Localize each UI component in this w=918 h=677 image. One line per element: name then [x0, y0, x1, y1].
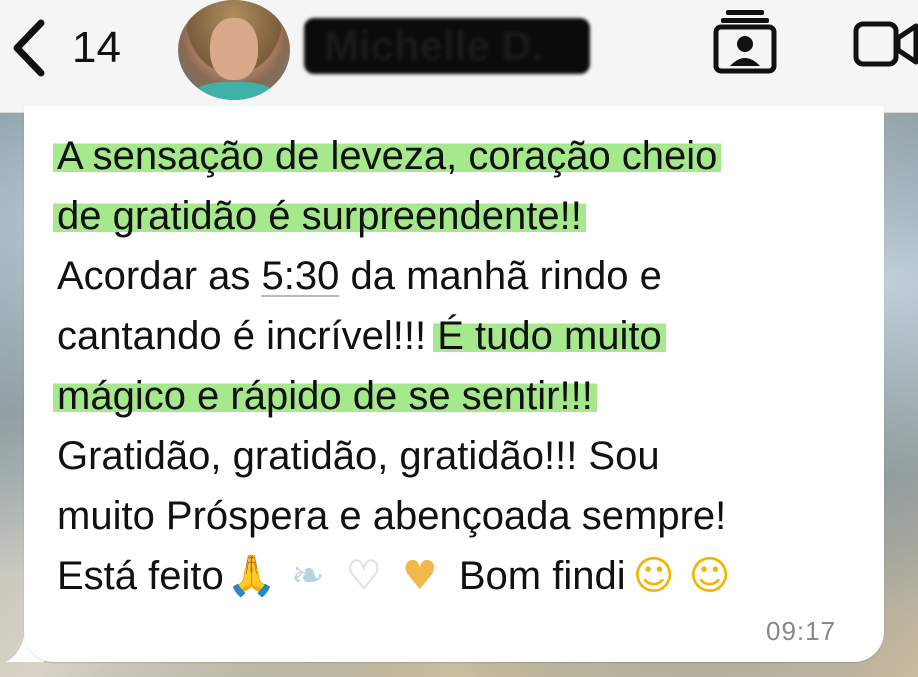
text-segment: da manhã rindo e	[339, 254, 662, 298]
text-segment: Acordar as	[57, 254, 262, 298]
text-segment: Gratidão, gratidão, gratidão!!! Sou	[57, 434, 660, 478]
message-line-2: de gratidão é surpreendente!!	[53, 186, 877, 246]
back-button[interactable]	[4, 18, 54, 78]
message-line-4: cantando é incrível!!! É tudo muito	[57, 306, 877, 366]
text-segment: Está feito	[57, 554, 224, 598]
message-timestamp: 09:17	[766, 616, 837, 646]
chat-header: 14 Michelle D.	[0, 0, 918, 113]
contact-avatar[interactable]	[178, 0, 290, 100]
message-line-6: Gratidão, gratidão, gratidão!!! Sou	[57, 426, 877, 486]
white-heart-emoji-icon: ♡	[345, 553, 382, 599]
video-call-icon[interactable]	[852, 18, 918, 70]
pray-emoji-icon: 🙏	[226, 553, 277, 599]
highlighted-text: de gratidão é surpreendente!!	[53, 194, 586, 238]
text-segment: muito Próspera e abençoada sempre!	[57, 494, 727, 538]
message-line-1: A sensação de leveza, coração cheio	[53, 126, 877, 186]
kissing-heart-emoji-icon: ☺	[632, 553, 675, 599]
message-line-8: Está feito🙏 ❧ ♡ ♥ Bom findi ☺ ☺	[57, 546, 877, 606]
highlighted-text: mágico e rápido de se sentir!!!	[53, 374, 597, 418]
unread-count[interactable]: 14	[72, 24, 121, 72]
highlighted-text: É tudo muito	[433, 314, 666, 358]
highlighted-text: A sensação de leveza, coração cheio	[53, 134, 722, 178]
wing-emoji-icon: ❧	[291, 553, 325, 599]
text-segment: cantando é incrível!!!	[57, 314, 438, 358]
contact-card-icon[interactable]	[712, 6, 778, 76]
contact-name[interactable]: Michelle D.	[304, 18, 590, 74]
message-text: A sensação de leveza, coração cheio de g…	[53, 126, 877, 606]
time-link[interactable]: 5:30	[262, 254, 340, 298]
message-line-7: muito Próspera e abençoada sempre!	[57, 486, 877, 546]
message-line-5: mágico e rápido de se sentir!!!	[53, 366, 877, 426]
kissing-heart-emoji-icon: ☺	[688, 553, 731, 599]
text-segment: Bom findi	[447, 554, 626, 598]
message-line-3: Acordar as 5:30 da manhã rindo e	[57, 246, 877, 306]
heart-hands-emoji-icon: ♥	[401, 553, 438, 599]
chevron-left-icon	[13, 19, 45, 77]
